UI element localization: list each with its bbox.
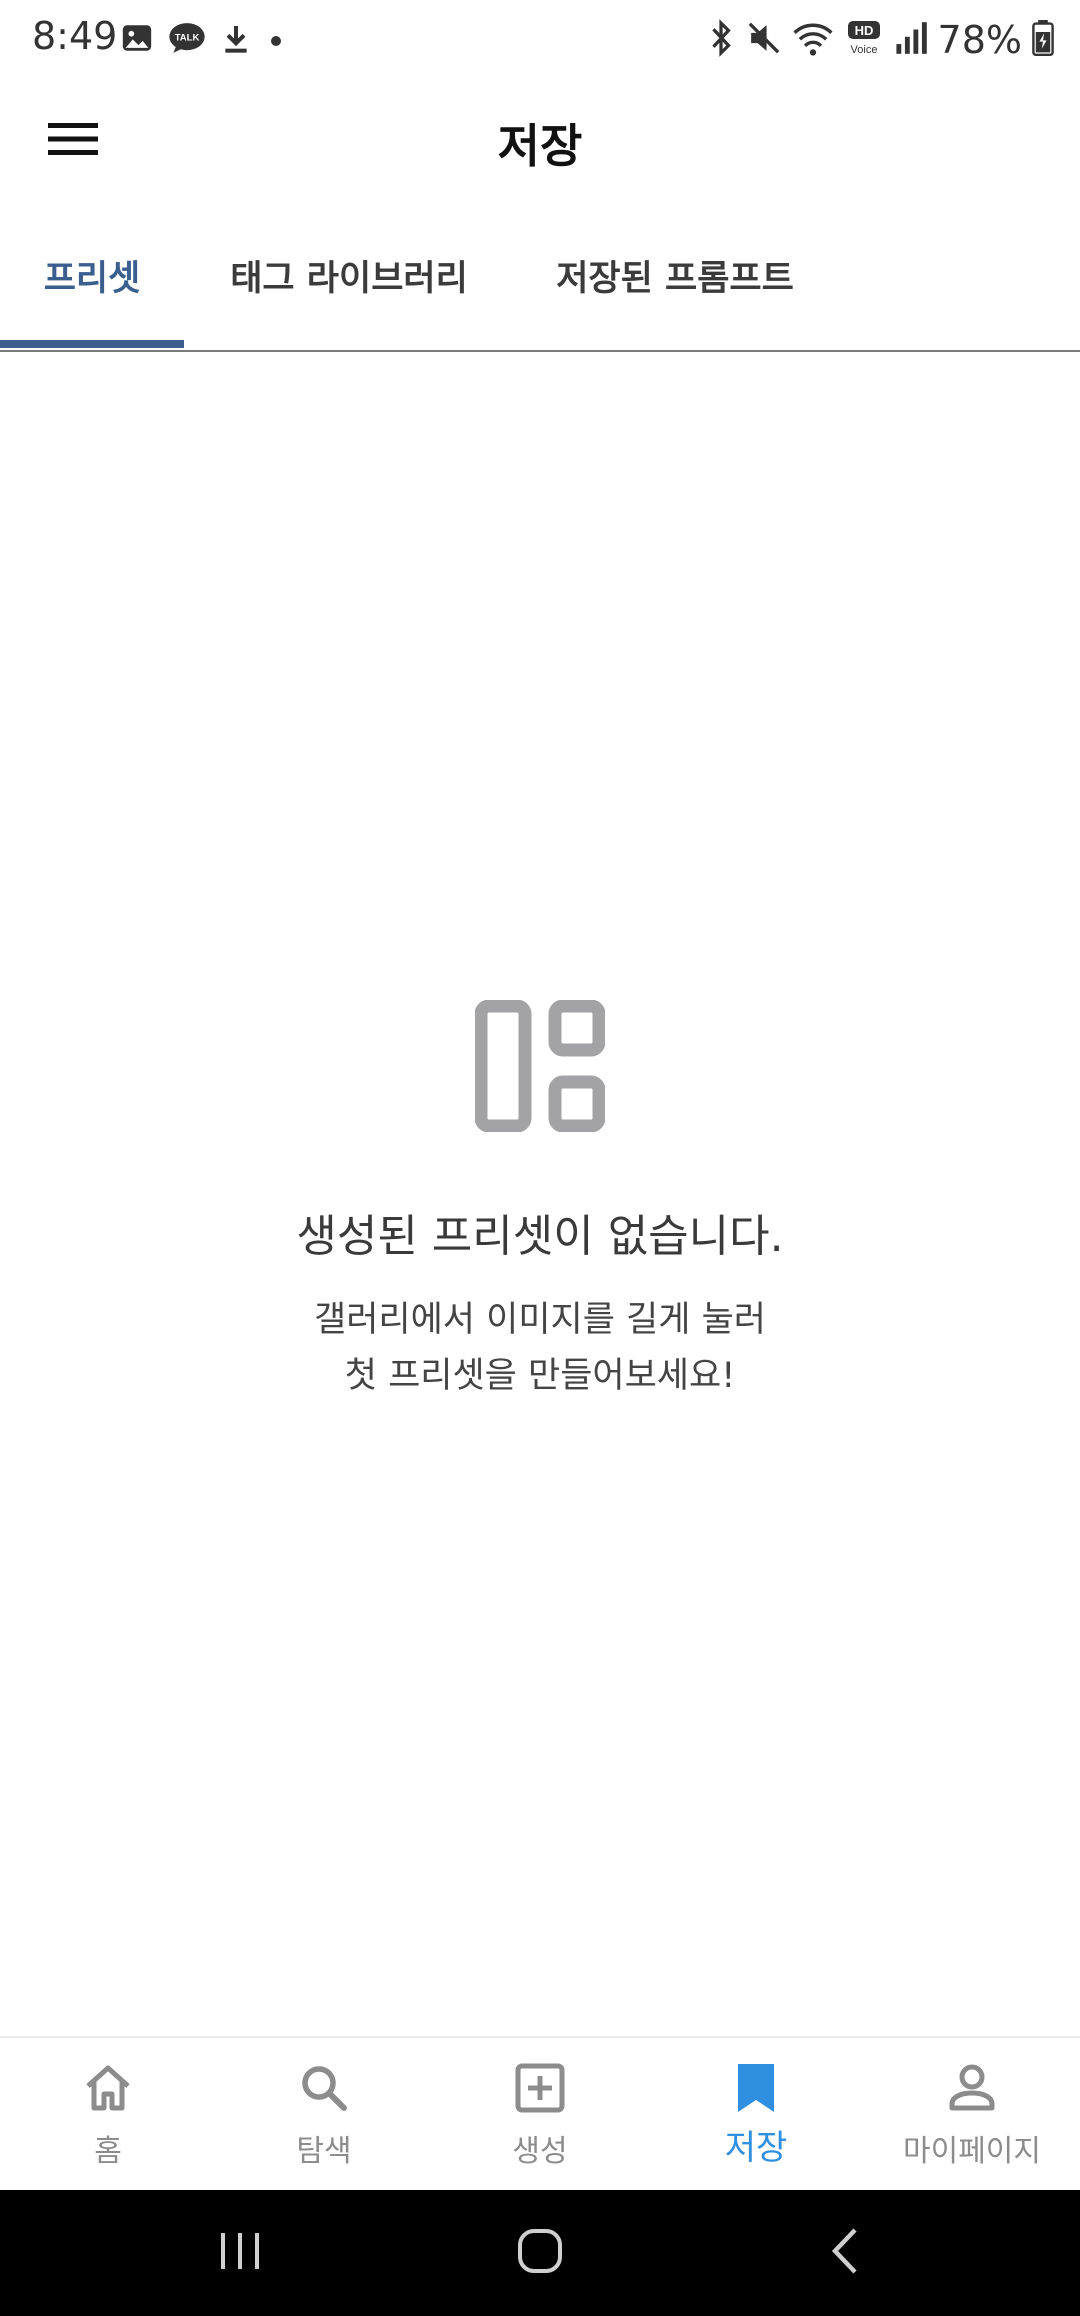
tab-bar: 프리셋 태그 라이브러리 저장된 프롬프트 xyxy=(0,220,1080,352)
back-chevron-icon xyxy=(825,2226,865,2280)
empty-state: 생성된 프리셋이 없습니다. 갤러리에서 이미지를 길게 눌러 첫 프리셋을 만… xyxy=(0,999,1080,1404)
battery-icon xyxy=(1032,20,1054,60)
active-tab-indicator xyxy=(0,340,184,348)
mute-icon xyxy=(746,19,782,61)
home-outline-icon xyxy=(515,2226,565,2280)
signal-icon xyxy=(894,19,928,61)
status-notification-icons: TALK xyxy=(120,20,286,60)
nav-search-label: 탐색 xyxy=(296,2134,352,2169)
bluetooth-icon xyxy=(706,19,736,61)
bookmark-icon xyxy=(648,2060,864,2116)
back-button[interactable] xyxy=(805,2220,885,2286)
tab-saved-prompts[interactable]: 저장된 프롬프트 xyxy=(530,220,820,348)
hd-voice-icon: HD Voice xyxy=(844,19,884,61)
hd-label: HD xyxy=(854,23,873,38)
nav-create-label: 생성 xyxy=(512,2134,568,2169)
status-time: 8:49 xyxy=(32,14,118,58)
recent-apps-button[interactable] xyxy=(200,2220,280,2286)
nav-saved[interactable]: 저장 xyxy=(648,2060,864,2180)
screen: 8:49 TALK HD Voice 78% 저장 프리셋 태그 라이브러리 저… xyxy=(0,0,1080,2316)
status-system-icons: HD Voice 78% xyxy=(706,18,1054,62)
nav-create[interactable]: 생성 xyxy=(432,2060,648,2180)
search-icon xyxy=(216,2060,432,2116)
home-icon xyxy=(0,2060,216,2116)
recent-apps-icon xyxy=(215,2229,265,2277)
dashboard-layout-icon xyxy=(474,999,606,1133)
system-navigation-bar xyxy=(0,2190,1080,2316)
nav-mypage-label: 마이페이지 xyxy=(903,2134,1041,2169)
nav-saved-label: 저장 xyxy=(724,2128,788,2168)
app-bar: 저장 xyxy=(0,80,1080,200)
tab-presets[interactable]: 프리셋 xyxy=(0,220,184,348)
bottom-navigation: 홈 탐색 생성 저장 마이페이지 xyxy=(0,2036,1080,2192)
person-icon xyxy=(864,2060,1080,2116)
battery-percent: 78% xyxy=(937,18,1022,62)
status-bar: 8:49 TALK HD Voice 78% xyxy=(0,0,1080,80)
dot-icon xyxy=(266,21,286,59)
empty-state-desc-line-1: 갤러리에서 이미지를 길게 눌러 xyxy=(314,1300,766,1340)
empty-state-description: 갤러리에서 이미지를 길게 눌러 첫 프리셋을 만들어보세요! xyxy=(0,1292,1080,1404)
empty-state-desc-line-2: 첫 프리셋을 만들어보세요! xyxy=(344,1356,736,1396)
empty-state-title: 생성된 프리셋이 없습니다. xyxy=(296,1211,784,1262)
kakaotalk-icon: TALK xyxy=(168,21,206,59)
wifi-icon xyxy=(792,19,834,61)
tabs-divider xyxy=(0,350,1080,352)
system-home-button[interactable] xyxy=(500,2220,580,2286)
tab-tag-library[interactable]: 태그 라이브러리 xyxy=(200,220,498,348)
nav-home[interactable]: 홈 xyxy=(0,2060,216,2180)
page-title: 저장 xyxy=(497,119,583,173)
gallery-icon xyxy=(120,21,154,59)
download-icon xyxy=(220,21,252,59)
nav-home-label: 홈 xyxy=(94,2134,122,2169)
voice-label: Voice xyxy=(850,44,877,56)
nav-mypage[interactable]: 마이페이지 xyxy=(864,2060,1080,2180)
nav-search[interactable]: 탐색 xyxy=(216,2060,432,2180)
add-box-icon xyxy=(432,2060,648,2116)
kakao-talk-label: TALK xyxy=(175,33,200,44)
